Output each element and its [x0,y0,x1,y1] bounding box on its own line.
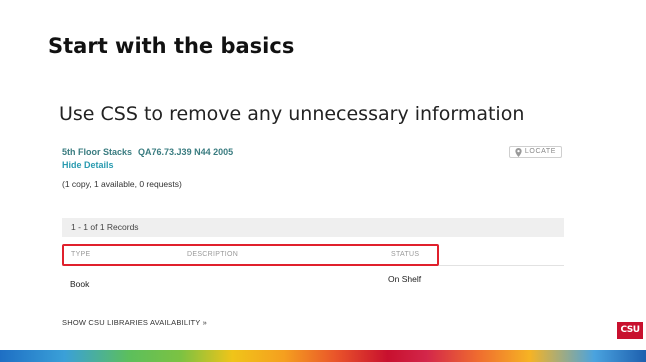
row-type-cell: Book [70,279,90,289]
location-line: 5th Floor Stacks QA76.73.J39 N44 2005 [62,147,233,157]
footer-color-bar [0,350,646,362]
show-availability-link[interactable]: SHOW CSU LIBRARIES AVAILABILITY » [62,318,207,327]
holdings-panel: 5th Floor Stacks QA76.73.J39 N44 2005 Hid… [62,144,564,344]
row-status-cell: On Shelf [388,274,422,284]
copy-summary: (1 copy, 1 available, 0 requests) [62,179,182,189]
records-count-bar: 1 - 1 of 1 Records [62,218,564,237]
hide-details-link[interactable]: Hide Details [62,160,114,170]
slide-title: Start with the basics [48,34,295,58]
map-pin-icon [515,147,522,157]
call-number[interactable]: QA76.73.J39 N44 2005 [138,147,233,157]
highlight-annotation-box [62,244,439,266]
locate-label: LOCATE [524,148,556,155]
location-label: 5th Floor Stacks [62,147,133,157]
csu-logo: CSU [617,322,643,339]
locate-button[interactable]: LOCATE [508,146,562,158]
slide-subtitle: Use CSS to remove any unnecessary inform… [59,103,525,125]
